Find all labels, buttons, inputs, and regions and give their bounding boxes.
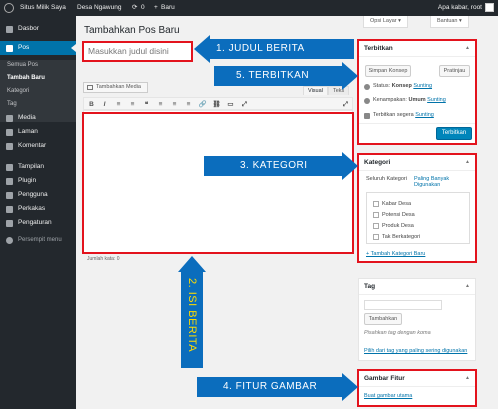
bold-icon[interactable]: B: [87, 100, 96, 109]
title-highlight: [82, 41, 193, 62]
sidebar-item-pages[interactable]: Laman: [0, 125, 76, 139]
editor-toolbar: B I ≡ ≡ ❝ ≡ ≡ ≡ 🔗 ⛓ ▭ ⤢ ⤢: [83, 97, 353, 110]
settings-icon: [6, 220, 13, 227]
italic-icon[interactable]: I: [100, 100, 109, 109]
page-icon: [6, 129, 13, 136]
toolbar-toggle-icon[interactable]: ⤢: [240, 100, 249, 109]
label-fitur-gambar: 4. FITUR GAMBAR: [197, 377, 342, 397]
page-title: Tambahkan Pos Baru: [84, 25, 180, 36]
comments-count: 0: [141, 4, 145, 11]
tag-input[interactable]: [364, 300, 442, 310]
submenu-tags[interactable]: Tag: [7, 101, 17, 107]
bullet-list-icon[interactable]: ≡: [114, 100, 123, 109]
media-icon: [87, 85, 93, 90]
label-terbitkan: 5. TERBITKAN: [214, 66, 342, 86]
tag-box: Tag ▲ Tambahkan Pisahkan tag dengan koma…: [358, 278, 476, 361]
sidebar-item-plugins[interactable]: Plugin: [0, 174, 76, 188]
label-kategori: 3. KATEGORI: [204, 156, 342, 176]
tab-visual[interactable]: Visual: [303, 86, 328, 95]
admin-bar: Situs Milik Saya Desa Ngawung ⟳ 0 + Baru…: [0, 0, 498, 16]
sidebar-item-posts[interactable]: Pos: [0, 41, 76, 55]
category-highlight: [357, 153, 477, 263]
sidebar-item-settings[interactable]: Pengaturan: [0, 216, 76, 230]
collapse-arrow-icon[interactable]: ▲: [465, 283, 470, 289]
sidebar-item-media[interactable]: Media: [0, 111, 76, 125]
wrench-icon: [6, 206, 13, 213]
site2-name-link[interactable]: Desa Ngawung: [77, 0, 121, 16]
label-judul-berita: 1. JUDUL BERITA: [210, 39, 354, 59]
label-isi-berita: 2. ISI BERITA: [186, 278, 198, 353]
word-count: Jumlah kata: 0: [87, 256, 120, 262]
submenu-add-new[interactable]: Tambah Baru: [7, 75, 45, 81]
screen-options-tab[interactable]: Opsi Layar ▾: [363, 16, 408, 28]
link-icon[interactable]: 🔗: [198, 100, 207, 109]
sidebar-item-comments[interactable]: Komentar: [0, 139, 76, 153]
site-name-link[interactable]: Situs Milik Saya: [20, 0, 66, 16]
new-content-link[interactable]: Baru: [161, 0, 175, 16]
sidebar-item-appearance[interactable]: Tampilan: [0, 160, 76, 174]
pin-icon: [6, 45, 13, 52]
users-icon: [6, 192, 13, 199]
tag-hint: Pisahkan tag dengan koma: [364, 330, 431, 336]
wordpress-logo-icon[interactable]: [4, 3, 14, 13]
unlink-icon[interactable]: ⛓: [212, 100, 221, 109]
collapse-icon: [6, 237, 13, 244]
featured-highlight: [357, 369, 477, 407]
numbered-list-icon[interactable]: ≡: [128, 100, 137, 109]
content-highlight: [82, 112, 354, 254]
brush-icon: [6, 164, 13, 171]
popular-tags-link[interactable]: Pilih dari tag yang paling sering diguna…: [364, 348, 467, 354]
sidebar-item-dashboard[interactable]: Dasbor: [0, 22, 76, 36]
publish-highlight: [357, 39, 477, 145]
sidebar-item-tools[interactable]: Perkakas: [0, 202, 76, 216]
new-content-icon[interactable]: +: [154, 0, 158, 16]
comments-icon[interactable]: ⟳: [132, 0, 137, 16]
add-media-button[interactable]: Tambahkan Media: [83, 82, 148, 93]
plugin-icon: [6, 178, 13, 185]
collapse-menu-button[interactable]: Persempit menu: [0, 233, 76, 247]
quote-icon[interactable]: ❝: [142, 100, 151, 109]
account-greeting[interactable]: Apa kabar, root: [438, 0, 482, 16]
dashboard-icon: [6, 26, 13, 33]
avatar[interactable]: [485, 3, 494, 12]
admin-sidebar: Dasbor Pos Semua Pos Tambah Baru Kategor…: [0, 16, 76, 409]
align-right-icon[interactable]: ≡: [184, 100, 193, 109]
media-icon: [6, 115, 13, 122]
align-left-icon[interactable]: ≡: [156, 100, 165, 109]
submenu-all-posts[interactable]: Semua Pos: [7, 62, 38, 68]
sidebar-item-users[interactable]: Pengguna: [0, 188, 76, 202]
align-center-icon[interactable]: ≡: [170, 100, 179, 109]
help-tab[interactable]: Bantuan ▾: [430, 16, 469, 28]
read-more-icon[interactable]: ▭: [226, 100, 235, 109]
comment-icon: [6, 143, 13, 150]
add-tag-button[interactable]: Tambahkan: [364, 313, 402, 325]
tag-box-title: Tag: [364, 283, 376, 290]
submenu-categories[interactable]: Kategori: [7, 88, 29, 94]
fullscreen-icon[interactable]: ⤢: [341, 100, 350, 109]
